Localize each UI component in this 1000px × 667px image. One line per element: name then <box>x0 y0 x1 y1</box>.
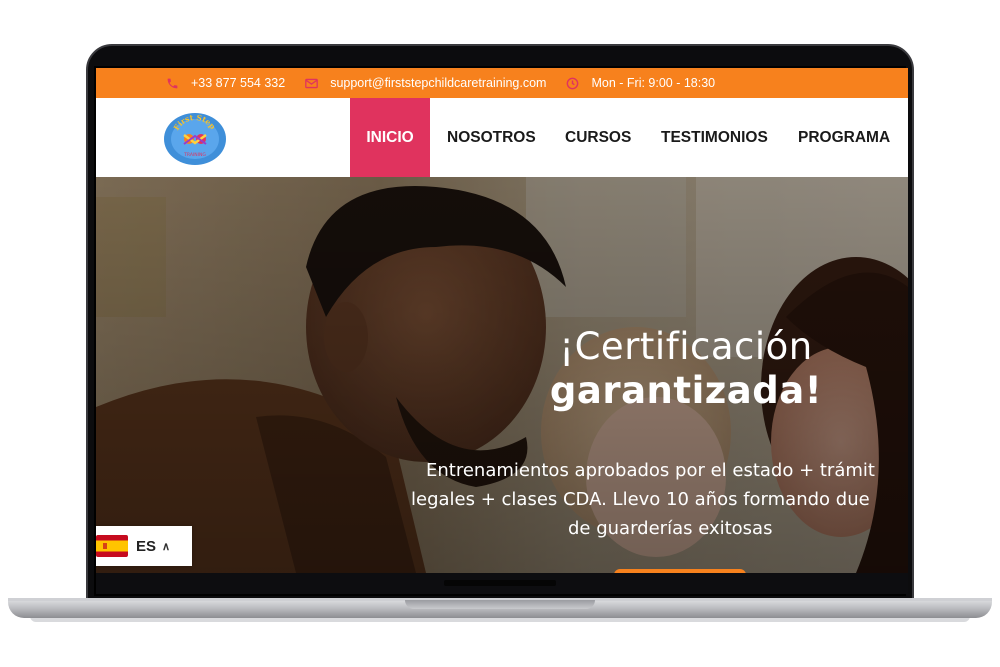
nav-inicio[interactable]: INICIO <box>350 98 430 177</box>
nav-programa[interactable]: PROGRAMA <box>798 98 890 177</box>
logo-text-bottom: TRAINING <box>183 152 206 158</box>
envelope-icon <box>305 78 319 89</box>
laptop-mockup: +33 877 554 332 support@firststepchildca… <box>0 0 1000 667</box>
chevron-up-icon: ∧ <box>162 540 171 553</box>
opening-hours: Mon - Fri: 9:00 - 18:30 <box>566 76 715 90</box>
phone-icon <box>166 77 179 90</box>
language-code: ES <box>136 537 157 555</box>
nav-testimonios[interactable]: TESTIMONIOS <box>661 98 768 177</box>
top-info-bar: +33 877 554 332 support@firststepchildca… <box>96 68 908 98</box>
email-address[interactable]: support@firststepchildcaretraining.com <box>330 76 546 90</box>
language-switcher[interactable]: ES ∧ <box>96 526 192 566</box>
spain-flag-icon <box>96 535 128 557</box>
phone-number[interactable]: +33 877 554 332 <box>191 76 285 90</box>
nav-cursos[interactable]: CURSOS <box>565 98 631 177</box>
hero-subtitle-line2: legales + clases CDA. Llevo 10 años form… <box>411 489 870 510</box>
clock-icon <box>566 77 579 90</box>
hero-subtitle-line3: de guarderías exitosas <box>568 518 773 539</box>
hero-title-line2: garantizada! <box>549 369 823 412</box>
phone-contact[interactable]: +33 877 554 332 <box>166 76 285 90</box>
hero-subtitle: Entrenamientos aprobados por el estado +… <box>396 456 908 543</box>
main-navbar: First Step TRAINING INICIO NOSOTROS CURS… <box>96 98 908 177</box>
nav-nosotros[interactable]: NOSOTROS <box>447 98 536 177</box>
email-contact[interactable]: support@firststepchildcaretraining.com <box>305 76 546 90</box>
laptop-notch <box>444 580 556 586</box>
laptop-opening-groove <box>405 600 595 609</box>
hero-title-line1: ¡Certificación <box>559 325 813 368</box>
website-screen: +33 877 554 332 support@firststepchildca… <box>96 68 908 573</box>
hero-title: ¡Certificación garantizada! <box>486 325 886 413</box>
hero-banner: ¡Certificación garantizada! Entrenamient… <box>96 177 908 573</box>
hero-subtitle-line1: Entrenamientos aprobados por el estado +… <box>426 460 875 481</box>
site-logo[interactable]: First Step TRAINING <box>164 113 226 165</box>
hours-text: Mon - Fri: 9:00 - 18:30 <box>591 76 716 90</box>
